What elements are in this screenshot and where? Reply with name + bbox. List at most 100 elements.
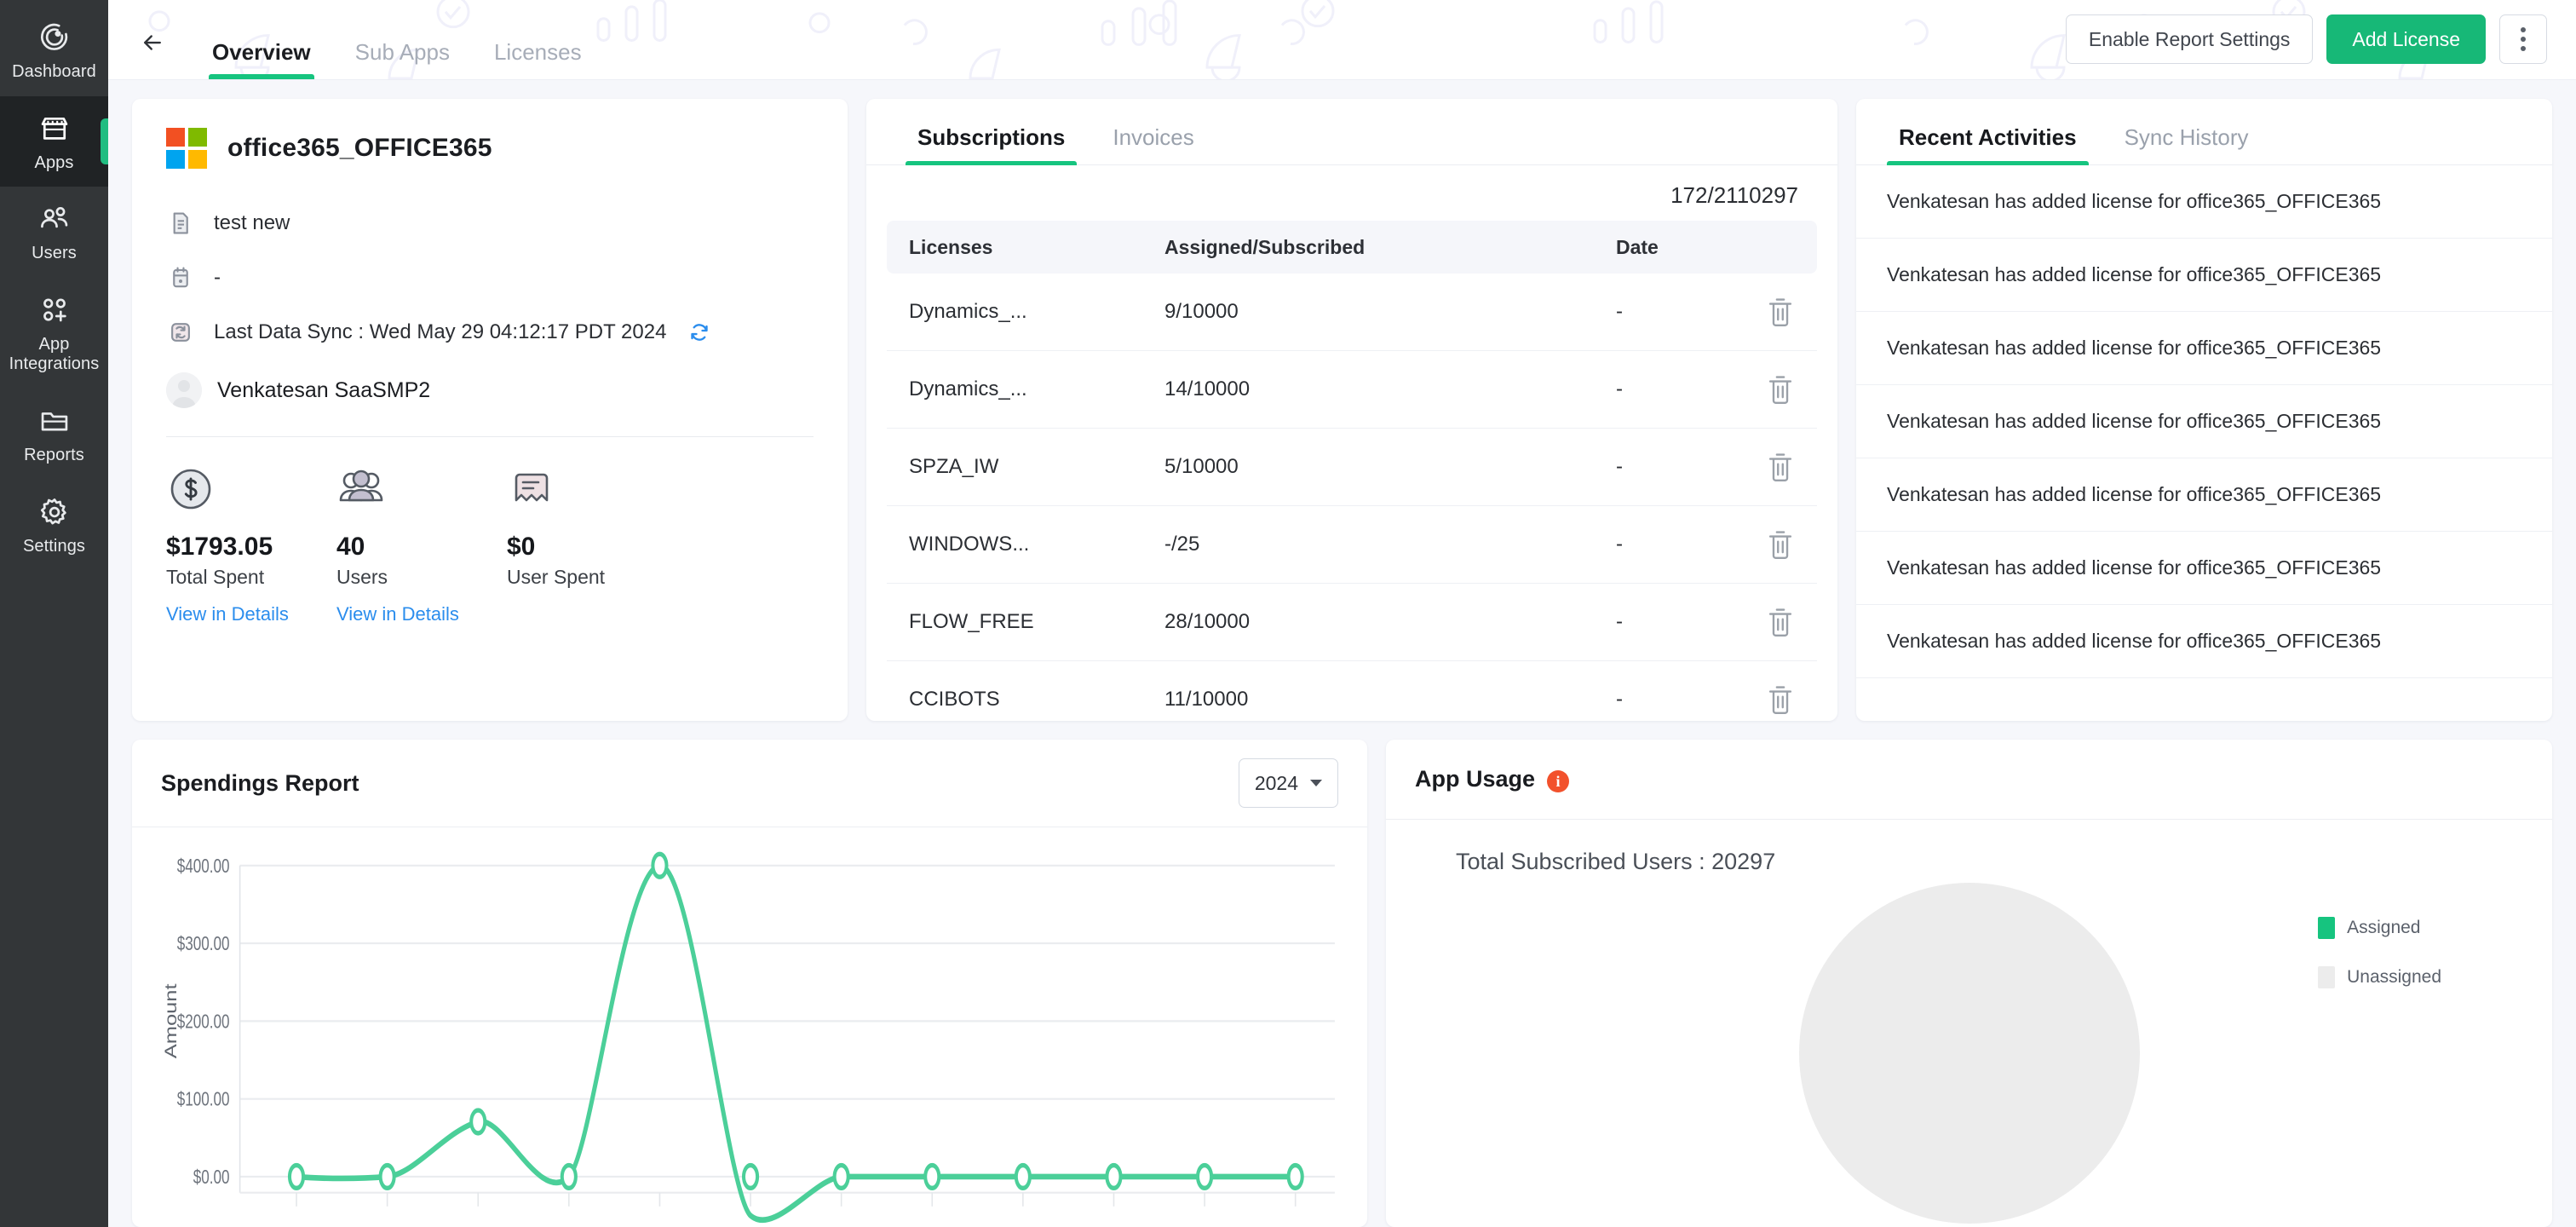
spendings-line-chart: $400.00 $300.00 $200.00 $100.00 $0.00 Am…	[132, 827, 1367, 1227]
list-item[interactable]: Venkatesan has added license for office3…	[1856, 312, 2552, 385]
table-row[interactable]: FLOW_FREE 28/10000 -	[887, 584, 1817, 661]
cell-assigned: 11/10000	[1164, 688, 1249, 711]
spendings-title: Spendings Report	[161, 769, 359, 796]
view-in-details-link[interactable]: View in Details	[166, 603, 336, 625]
tab-sub-apps[interactable]: Sub Apps	[333, 39, 472, 79]
enable-report-settings-button[interactable]: Enable Report Settings	[2065, 14, 2314, 64]
app-usage-legend: Assigned Unassigned	[2318, 917, 2441, 988]
column-header-assigned: Assigned/Subscribed	[1164, 235, 1366, 258]
trash-icon[interactable]	[1766, 452, 1795, 482]
microsoft-logo	[166, 128, 207, 169]
app-description-row: test new	[166, 196, 814, 251]
legend-swatch-assigned	[2318, 917, 2336, 939]
view-in-details-link[interactable]: View in Details	[336, 603, 507, 625]
tab-invoices[interactable]: Invoices	[1101, 124, 1205, 164]
table-row[interactable]: SPZA_IW 5/10000 -	[887, 429, 1817, 506]
reports-icon	[37, 404, 72, 438]
svg-text:$200.00: $200.00	[177, 1011, 230, 1033]
refresh-icon[interactable]	[685, 318, 714, 347]
cell-assigned: 14/10000	[1164, 377, 1251, 400]
spendings-header: Spendings Report 2024	[132, 740, 1367, 827]
app-title-row: office365_OFFICE365	[166, 128, 814, 169]
tab-sync-history[interactable]: Sync History	[2113, 124, 2261, 164]
tab-subscriptions[interactable]: Subscriptions	[906, 124, 1078, 165]
list-item[interactable]: Venkatesan has added license for office3…	[1856, 605, 2552, 678]
cell-assigned: 5/10000	[1164, 455, 1239, 478]
pie-slice-unassigned[interactable]	[1798, 883, 2140, 1224]
page-header: Overview Sub Apps Licenses Enable Report…	[108, 0, 2576, 80]
table-row[interactable]: Dynamics_... 9/10000 -	[887, 274, 1817, 351]
list-item[interactable]: Venkatesan has added license for office3…	[1856, 532, 2552, 605]
sidebar-item-reports[interactable]: Reports	[0, 389, 108, 480]
more-vertical-icon[interactable]	[2499, 14, 2547, 64]
apps-icon	[37, 112, 72, 146]
table-row[interactable]: Dynamics_... 14/10000 -	[887, 351, 1817, 429]
dashboard-icon	[37, 20, 72, 55]
list-item[interactable]: Venkatesan has added license for office3…	[1856, 165, 2552, 239]
active-indicator	[101, 118, 108, 165]
list-item[interactable]: Venkatesan has added license for office3…	[1856, 239, 2552, 312]
trash-icon[interactable]	[1766, 607, 1795, 637]
sidebar-item-users[interactable]: Users	[0, 187, 108, 278]
sidebar-item-apps[interactable]: Apps	[0, 95, 108, 187]
tab-recent-activities[interactable]: Recent Activities	[1887, 124, 2089, 165]
trash-icon[interactable]	[1766, 297, 1795, 327]
legend-swatch-unassigned	[2318, 966, 2336, 988]
app-root: Dashboard Apps Users App Integrations Re…	[0, 0, 2576, 1227]
list-item[interactable]: Venkatesan has added license for office3…	[1856, 458, 2552, 532]
cell-license: Dynamics_...	[909, 300, 1027, 323]
tab-licenses[interactable]: Licenses	[472, 39, 604, 79]
main-area: Overview Sub Apps Licenses Enable Report…	[108, 0, 2576, 1227]
legend-item-assigned[interactable]: Assigned	[2318, 917, 2441, 939]
app-info-card: office365_OFFICE365 test new - Last Data…	[132, 99, 848, 721]
trash-icon[interactable]	[1766, 684, 1795, 715]
calendar-icon	[166, 263, 195, 292]
info-icon[interactable]: i	[1547, 770, 1570, 793]
cell-date: -	[1616, 533, 1623, 556]
stat-label: Total Spent	[166, 566, 265, 588]
year-select[interactable]: 2024	[1238, 758, 1338, 808]
cell-assigned: 28/10000	[1164, 610, 1251, 633]
table-row[interactable]: WINDOWS... -/25 -	[887, 506, 1817, 584]
subscriptions-tabs: Subscriptions Invoices	[866, 99, 1837, 165]
tab-overview[interactable]: Overview	[190, 39, 333, 79]
column-header-date: Date	[1616, 235, 1659, 258]
header-actions: Enable Report Settings Add License	[2065, 14, 2547, 64]
last-sync-text: Last Data Sync : Wed May 29 04:12:17 PDT…	[214, 320, 667, 343]
back-button[interactable]	[134, 26, 171, 63]
stat-user-spent: $0 User Spent	[507, 464, 677, 625]
sidebar-item-settings[interactable]: Settings	[0, 480, 108, 571]
sidebar-item-label: Users	[32, 244, 77, 263]
cell-license: CCIBOTS	[909, 688, 1000, 711]
sync-status-icon	[166, 318, 195, 347]
app-integrations-icon	[37, 293, 72, 327]
chevron-down-icon	[1310, 780, 1322, 786]
trash-icon[interactable]	[1766, 529, 1795, 560]
sidebar-item-dashboard[interactable]: Dashboard	[0, 5, 108, 96]
legend-item-unassigned[interactable]: Unassigned	[2318, 966, 2441, 988]
cell-license: SPZA_IW	[909, 455, 999, 478]
last-sync-row: Last Data Sync : Wed May 29 04:12:17 PDT…	[166, 305, 814, 360]
owner-name: Venkatesan SaaSMP2	[217, 377, 431, 402]
cell-date: -	[1616, 455, 1623, 478]
header-tabs: Overview Sub Apps Licenses	[190, 0, 604, 79]
list-item[interactable]: Venkatesan has added license for office3…	[1856, 385, 2552, 458]
svg-text:Amount: Amount	[162, 983, 180, 1059]
app-date: -	[214, 266, 221, 289]
users-icon	[37, 202, 72, 236]
sidebar-item-label: Settings	[22, 536, 86, 556]
app-usage-card: App Usage i Total Subscribed Users : 2029…	[1386, 740, 2552, 1227]
table-row[interactable]: CCIBOTS 11/10000 -	[887, 661, 1817, 721]
cell-date: -	[1616, 688, 1623, 711]
stat-total-spent: $1793.05 Total Spent View in Details	[166, 464, 336, 625]
stat-value: 40	[336, 533, 365, 561]
total-subscribed-users: Total Subscribed Users : 20297	[1456, 849, 1776, 874]
activities-tabs: Recent Activities Sync History	[1856, 99, 2552, 165]
trash-icon[interactable]	[1766, 374, 1795, 405]
stat-label: Users	[336, 566, 388, 588]
sidebar-item-app-integrations[interactable]: App Integrations	[0, 278, 108, 389]
add-license-button[interactable]: Add License	[2326, 14, 2486, 64]
cell-date: -	[1616, 377, 1623, 400]
app-usage-body: Total Subscribed Users : 20297 Assigned	[1386, 820, 2552, 1227]
cell-assigned: 9/10000	[1164, 300, 1239, 323]
